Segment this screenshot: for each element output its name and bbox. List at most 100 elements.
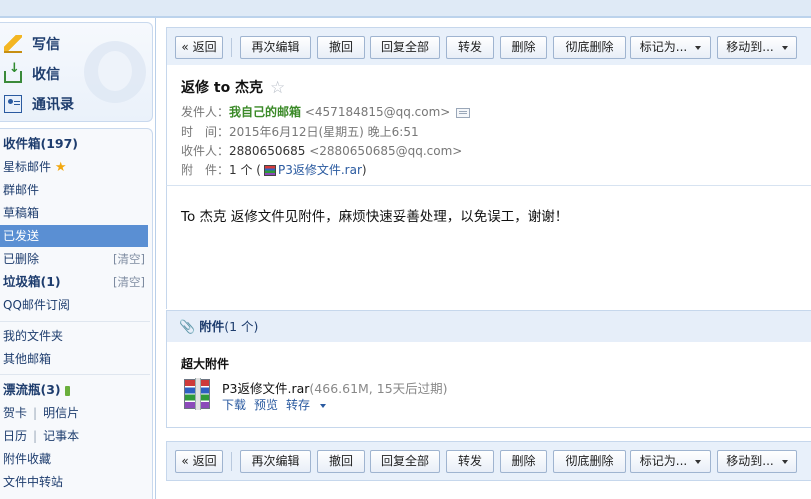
attachment-row: 附 件：1 个 (P3返修文件.rar)	[181, 161, 367, 178]
folder-starred[interactable]: 星标邮件 ★	[0, 156, 148, 178]
attachment-favorites-label: 附件收藏	[3, 452, 52, 466]
folder-drafts[interactable]: 草稿箱	[0, 202, 148, 224]
attachment-panel-count: (1 个)	[224, 319, 259, 334]
move-to-dropdown[interactable]: 移动到...	[717, 450, 797, 473]
chevron-down-icon	[781, 459, 788, 464]
mail-body: To 杰克 返修文件见附件，麻烦快速妥善处理，以免误工，谢谢！	[166, 185, 811, 309]
separator: |	[33, 406, 38, 420]
folder-spam[interactable]: 垃圾箱(1) [清空]	[0, 271, 148, 293]
quick-actions-panel: 写信 收信 通讯录	[0, 22, 153, 122]
file-transfer-link[interactable]: 文件中转站	[0, 471, 148, 493]
recipient-name[interactable]: 2880650685	[229, 144, 305, 158]
chevron-down-icon	[320, 403, 327, 408]
contacts-button[interactable]: 通讯录	[4, 93, 74, 115]
to-label: 收件人：	[181, 144, 230, 158]
reply-all-button[interactable]: 回复全部	[370, 450, 440, 473]
greeting-card-link[interactable]: 贺卡	[3, 406, 27, 420]
folder-group-mail[interactable]: 群邮件	[0, 179, 148, 201]
drift-bottle-label: 漂流瓶(3)	[3, 382, 61, 397]
mark-as-label: 标记为...	[639, 454, 688, 468]
back-button[interactable]: « 返回	[175, 450, 223, 473]
move-to-label: 移动到...	[726, 40, 774, 54]
other-mailbox-label: 其他邮箱	[3, 352, 52, 366]
star-icon: ★	[54, 160, 67, 175]
compose-label: 写信	[32, 37, 60, 53]
save-to-dropdown[interactable]: 转存	[286, 398, 334, 412]
preview-link[interactable]: 预览	[254, 398, 278, 412]
folder-inbox-label: 收件箱(197)	[3, 136, 79, 151]
reedit-button[interactable]: 再次编辑	[240, 450, 311, 473]
delete-button[interactable]: 删除	[500, 450, 547, 473]
bottle-icon	[64, 385, 70, 396]
my-folders-link[interactable]: 我的文件夹	[0, 325, 148, 347]
folder-deleted[interactable]: 已删除 [清空]	[0, 248, 148, 270]
move-to-dropdown[interactable]: 移动到...	[717, 36, 797, 59]
mail-subject: 返修 to 杰克 ☆	[181, 77, 285, 98]
rar-file-icon	[263, 165, 276, 176]
back-button[interactable]: « 返回	[175, 36, 223, 59]
reply-all-button[interactable]: 回复全部	[370, 36, 440, 59]
receive-button[interactable]: 收信	[4, 61, 60, 85]
recall-button[interactable]: 撤回	[317, 450, 365, 473]
sender-name[interactable]: 我自己的邮箱	[229, 105, 301, 119]
attachment-count: 1 个 (	[229, 163, 261, 177]
divider	[0, 321, 150, 322]
toolbar-separator	[231, 38, 232, 57]
toolbar-separator	[231, 452, 232, 471]
time-row: 时 间：2015年6月12日(星期五) 晚上6:51	[181, 123, 419, 140]
top-banner	[0, 0, 811, 18]
recipient-row: 收件人：2880650685 <2880650685@qq.com>	[181, 142, 462, 159]
address-book-icon	[4, 95, 22, 113]
drift-bottle-link[interactable]: 漂流瓶(3)	[0, 379, 148, 401]
file-transfer-label: 文件中转站	[3, 475, 64, 489]
compose-button[interactable]: 写信	[4, 33, 60, 55]
sender-row: 发件人：我自己的邮箱 <457184815@qq.com>	[181, 103, 471, 120]
sender-address: <457184815@qq.com>	[304, 105, 451, 119]
paperclip-icon: 📎	[179, 320, 196, 335]
calendar-link[interactable]: 日历	[3, 429, 27, 443]
folder-qq-subscription[interactable]: QQ邮件订阅	[0, 294, 148, 316]
spacer	[166, 428, 811, 441]
postcard-link[interactable]: 明信片	[43, 406, 79, 420]
forward-button[interactable]: 转发	[446, 450, 494, 473]
time-value: 2015年6月12日(星期五) 晚上6:51	[229, 125, 419, 139]
folder-drafts-label: 草稿箱	[3, 206, 40, 220]
recall-button[interactable]: 撤回	[317, 36, 365, 59]
delete-forever-button[interactable]: 彻底删除	[553, 36, 626, 59]
reedit-button[interactable]: 再次编辑	[240, 36, 311, 59]
subject-text: 返修 to 杰克	[181, 80, 264, 96]
clear-deleted-link[interactable]: [清空]	[113, 248, 145, 270]
attachment-panel-title: 附件	[199, 319, 225, 334]
clear-spam-link[interactable]: [清空]	[113, 271, 145, 293]
mail-body-text: To 杰克 返修文件见附件，麻烦快速妥善处理，以免误工，谢谢！	[181, 209, 569, 225]
mark-as-label: 标记为...	[639, 40, 688, 54]
divider	[0, 374, 150, 375]
big-attachment-label: 超大附件	[181, 357, 230, 371]
notepad-link[interactable]: 记事本	[43, 429, 79, 443]
folder-sent[interactable]: 已发送	[0, 225, 148, 247]
star-outline-icon[interactable]: ☆	[270, 78, 285, 98]
bottom-toolbar: « 返回 再次编辑 撤回 回复全部 转发 删除 彻底删除 标记为... 移动到.…	[166, 441, 811, 481]
chevron-down-icon	[695, 459, 702, 464]
chevron-down-icon	[781, 45, 788, 50]
contacts-label: 通讯录	[32, 97, 74, 113]
folder-deleted-label: 已删除	[3, 252, 40, 266]
delete-button[interactable]: 删除	[500, 36, 547, 59]
receive-label: 收信	[32, 67, 60, 83]
mark-as-dropdown[interactable]: 标记为...	[630, 450, 711, 473]
delete-forever-button[interactable]: 彻底删除	[553, 450, 626, 473]
rar-archive-icon	[184, 378, 210, 410]
folder-inbox[interactable]: 收件箱(197)	[0, 133, 148, 155]
download-link[interactable]: 下载	[222, 398, 246, 412]
attachment-link[interactable]: P3返修文件.rar	[278, 163, 362, 177]
attachment-panel: 📎 附件(1 个) 超大附件 P3返修文件.rar(466.61M, 15天后过期…	[166, 310, 811, 428]
attachment-favorites-link[interactable]: 附件收藏	[0, 448, 148, 470]
mark-as-dropdown[interactable]: 标记为...	[630, 36, 711, 59]
folder-subscription-label: QQ邮件订阅	[3, 298, 70, 312]
top-toolbar: « 返回 再次编辑 撤回 回复全部 转发 删除 彻底删除 标记为... 移动到.…	[166, 27, 811, 67]
contact-card-icon[interactable]	[456, 107, 471, 118]
other-mailbox-link[interactable]: 其他邮箱	[0, 348, 148, 370]
forward-button[interactable]: 转发	[446, 36, 494, 59]
mail-header: 返修 to 杰克 ☆ 发件人：我自己的邮箱 <457184815@qq.com>…	[166, 65, 811, 185]
pencil-icon	[4, 35, 22, 53]
